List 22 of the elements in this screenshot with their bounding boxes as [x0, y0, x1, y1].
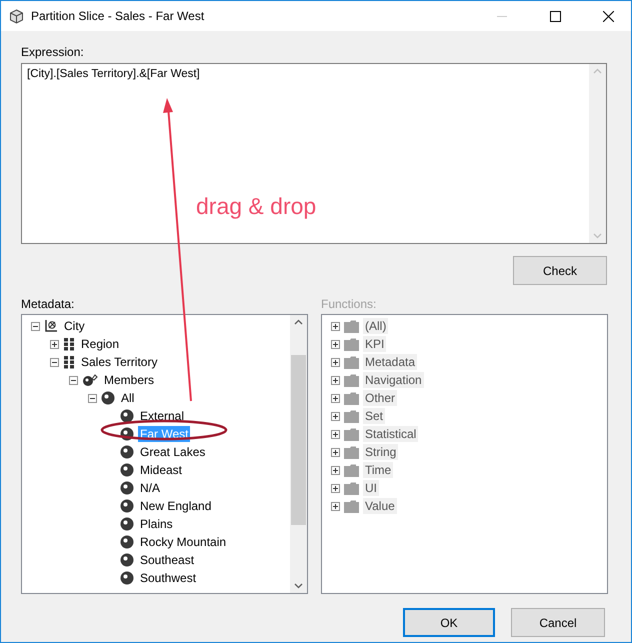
window-title: Partition Slice - Sales - Far West [31, 9, 206, 23]
tree-item[interactable]: Rocky Mountain [138, 534, 228, 550]
tree-item[interactable]: Region [79, 336, 122, 352]
tree-item[interactable]: Great Lakes [138, 444, 208, 460]
expression-label: Expression: [21, 45, 85, 61]
tree-item[interactable]: New England [138, 498, 214, 514]
cancel-button[interactable]: Cancel [511, 608, 605, 637]
check-button[interactable]: Check [513, 256, 607, 285]
tree-item[interactable]: Southwest [138, 570, 198, 586]
tree-item[interactable]: Sales Territory [79, 354, 160, 370]
tree-item[interactable]: External [138, 408, 186, 424]
functions-label: Functions: [321, 297, 378, 313]
tree-item[interactable]: Southeast [138, 552, 196, 568]
tree-item[interactable]: N/A [138, 480, 162, 496]
tree-item[interactable]: City [62, 318, 87, 334]
tree-item[interactable]: All [119, 390, 136, 406]
tree-item[interactable]: Mideast [138, 462, 184, 478]
metadata-label: Metadata: [21, 297, 76, 313]
tree-item[interactable]: Plains [138, 516, 175, 532]
annotation-text: drag & drop [196, 193, 316, 220]
tree-item[interactable]: Members [102, 372, 156, 388]
ok-button[interactable]: OK [403, 608, 495, 637]
